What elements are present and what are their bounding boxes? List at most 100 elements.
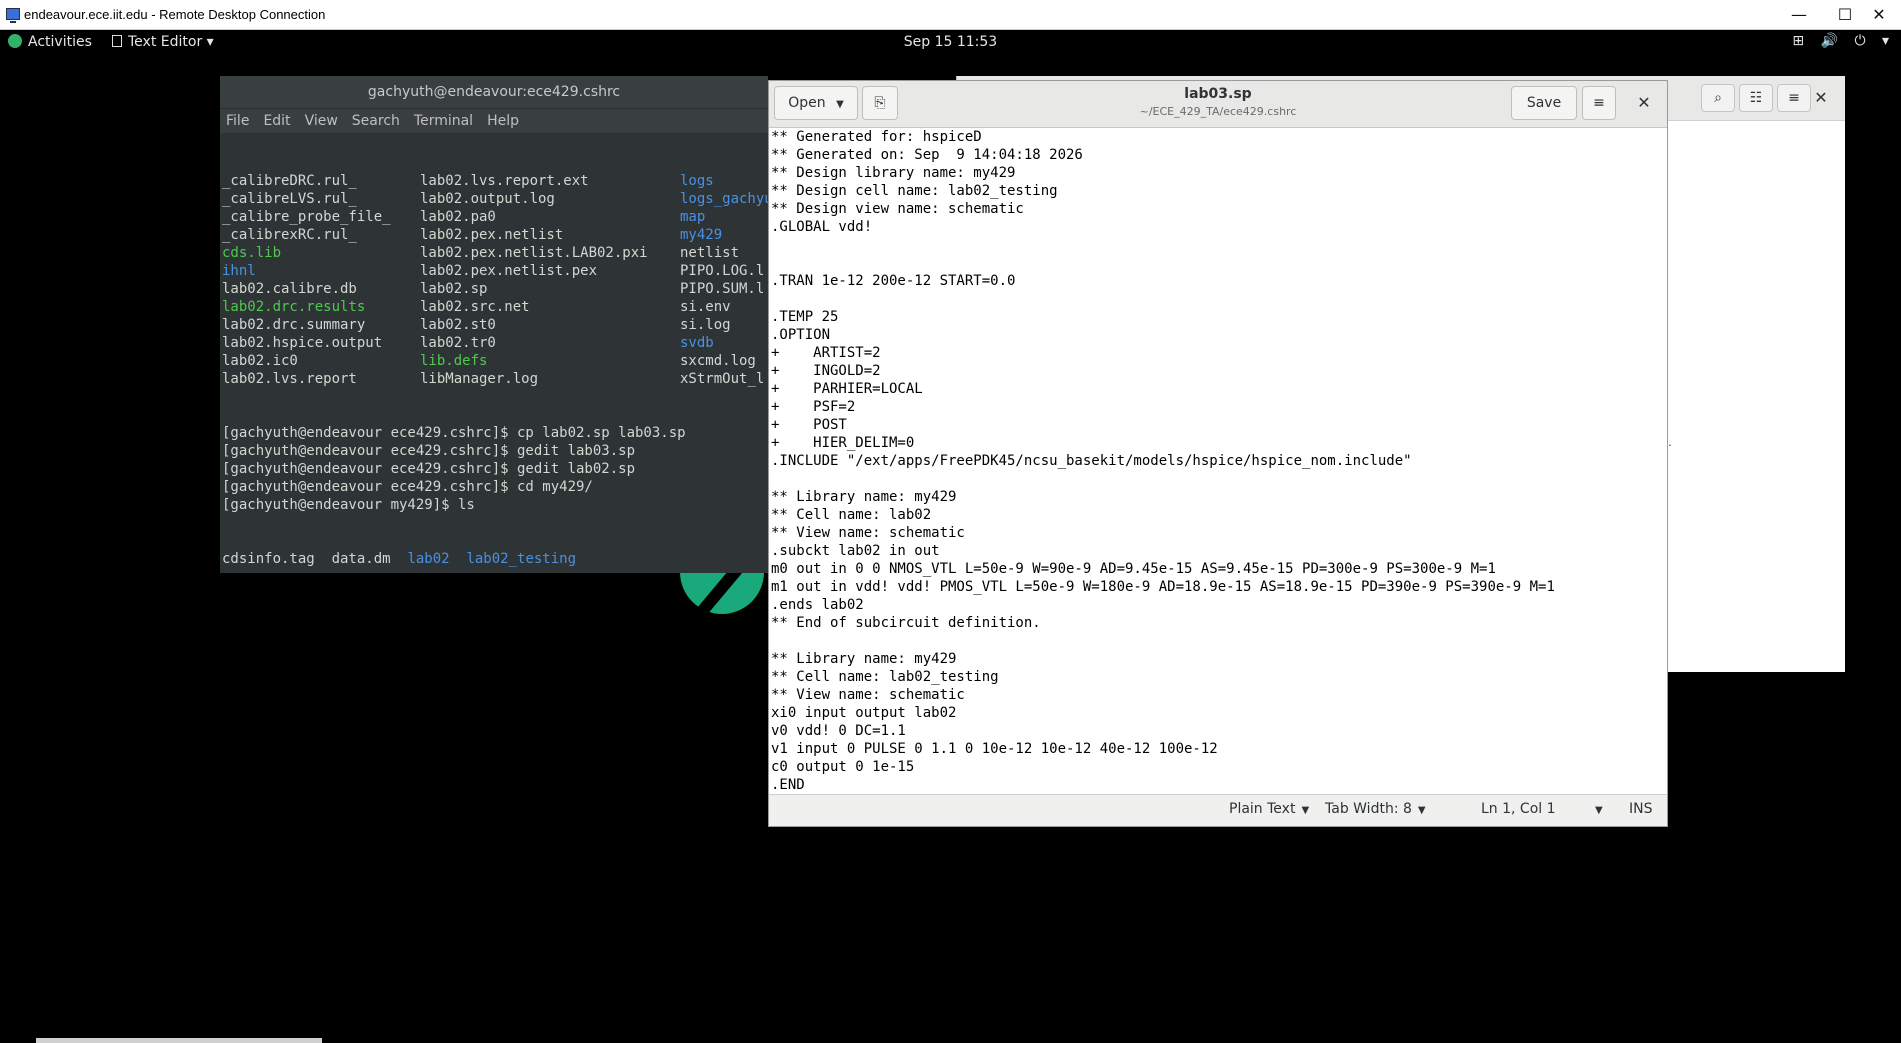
terminal-line: [gachyuth@endeavour ece429.cshrc]$ gedit… <box>222 443 636 459</box>
gedit-headerbar: Open ▼ ⎘ lab03.sp ~/ECE_429_TA/ece429.cs… <box>769 81 1667 128</box>
ls-entry: lab02.lvs.report.ext <box>420 173 589 189</box>
chevron-down-icon: ▾ <box>206 34 214 50</box>
gedit-window[interactable]: Open ▼ ⎘ lab03.sp ~/ECE_429_TA/ece429.cs… <box>768 80 1668 827</box>
code-line: .ends lab02 <box>771 597 864 613</box>
cursor-position[interactable]: Ln 1, Col 1 <box>1481 801 1556 817</box>
code-line: + PARHIER=LOCAL <box>771 381 923 397</box>
ls-entry: my429 <box>680 227 723 243</box>
code-line: ** Library name: my429 <box>771 489 957 505</box>
files-close-button[interactable]: ✕ <box>1807 84 1835 112</box>
code-line: .OPTION <box>771 327 831 343</box>
system-tray[interactable]: ⊞ 🔊 ⏻ ▾ <box>1792 33 1895 49</box>
search-icon[interactable]: ⌕ <box>1701 84 1735 112</box>
ls-entry: PIPO.SUM.l <box>680 281 765 297</box>
clock[interactable]: Sep 15 11:53 <box>0 34 1901 50</box>
language-selector[interactable]: Plain Text ▼ <box>1229 801 1309 817</box>
terminal-line: [gachyuth@endeavour ece429.cshrc]$ cd my… <box>222 479 593 495</box>
ls-entry: sxcmd.log <box>680 353 756 369</box>
code-line: + INGOLD=2 <box>771 363 881 379</box>
code-line: ** Cell name: lab02_testing <box>771 669 999 685</box>
app-menu-button[interactable]: Text Editor ▾ <box>112 34 214 50</box>
text-editor-area[interactable]: ** Generated for: hspiceD ** Generated on… <box>769 127 1667 795</box>
code-line: ** Cell name: lab02 <box>771 507 932 523</box>
new-document-icon: ⎘ <box>874 95 886 111</box>
gnome-top-bar: Activities Text Editor ▾ Sep 15 11:53 ⊞ … <box>0 30 1901 58</box>
code-line: ** View name: schematic <box>771 687 965 703</box>
ls-entry: lab02.drc.summary <box>222 317 366 333</box>
open-button[interactable]: Open ▼ <box>774 86 858 120</box>
ls-entry: xStrmOut_l <box>680 371 765 387</box>
code-line: ** Design view name: schematic <box>771 201 1024 217</box>
ls-entry: logs_gachyuth <box>680 191 768 207</box>
ls-entry: _calibreDRC.rul_ <box>222 173 357 189</box>
terminal-line: [gachyuth@endeavour ece429.cshrc]$ gedit… <box>222 461 636 477</box>
app-menu-label: Text Editor <box>128 34 203 50</box>
code-line: ** Generated on: Sep 9 14:04:18 2026 <box>771 147 1083 163</box>
terminal-title: gachyuth@endeavour:ece429.cshrc <box>220 76 768 108</box>
ls-entry: _calibre_probe_file_ <box>222 209 391 225</box>
ls-entry: si.log <box>680 317 731 333</box>
code-line: ** End of subcircuit definition. <box>771 615 1041 631</box>
terminal-menubar: File Edit View Search Terminal Help <box>220 108 768 133</box>
ls-entry: lab02.sp <box>420 281 488 297</box>
ls-entry: libManager.log <box>420 371 539 387</box>
code-line: ** View name: schematic <box>771 525 965 541</box>
insert-mode[interactable]: INS <box>1629 801 1653 817</box>
activities-icon <box>8 34 22 48</box>
activities-button[interactable]: Activities <box>8 34 92 50</box>
ls-entry: lab02.pex.netlist <box>420 227 564 243</box>
tab-width-selector[interactable]: Tab Width: 8 ▼ <box>1325 801 1426 817</box>
terminal-menu-view[interactable]: View <box>305 113 338 129</box>
code-line: xi0 input output lab02 <box>771 705 957 721</box>
command-history: [gachyuth@endeavour ece429.cshrc]$ cp la… <box>222 424 766 514</box>
activities-label: Activities <box>28 34 92 50</box>
terminal-window[interactable]: gachyuth@endeavour:ece429.cshrc File Edit… <box>220 76 768 573</box>
ls-entry: si.env <box>680 299 731 315</box>
remote-desktop-icon <box>6 8 20 23</box>
taskbar-indicator <box>36 1038 322 1043</box>
gedit-statusbar: Plain Text ▼ Tab Width: 8 ▼ Ln 1, Col 1 ▼ … <box>769 794 1667 826</box>
terminal-menu-edit[interactable]: Edit <box>263 113 290 129</box>
position-dropdown[interactable]: ▼ <box>1589 801 1603 817</box>
ls-entry: lab02.calibre.db <box>222 281 357 297</box>
view-list-icon[interactable]: ☷ <box>1739 84 1773 112</box>
ls-entry: lab02.tr0 <box>420 335 496 351</box>
terminal-menu-terminal[interactable]: Terminal <box>414 113 473 129</box>
ls-entry: lab02.ic0 <box>222 353 298 369</box>
code-line: .TEMP 25 <box>771 309 839 325</box>
code-line: v0 vdd! 0 DC=1.1 <box>771 723 906 739</box>
rdp-minimize-button[interactable]: — <box>1776 2 1822 28</box>
code-line: .GLOBAL vdd! <box>771 219 873 235</box>
menu-icon[interactable]: ≡ <box>1777 84 1811 112</box>
hamburger-menu-button[interactable]: ≡ <box>1582 86 1616 120</box>
terminal-menu-search[interactable]: Search <box>352 113 400 129</box>
code-line: ** Generated for: hspiceD <box>771 129 982 145</box>
save-button[interactable]: Save <box>1511 86 1577 120</box>
terminal-menu-help[interactable]: Help <box>487 113 519 129</box>
ls-entry: map <box>680 209 706 225</box>
code-line: m1 out in vdd! vdd! PMOS_VTL L=50e-9 W=1… <box>771 579 1555 595</box>
ls-entry: lab02.pex.netlist.LAB02.pxi <box>420 245 648 261</box>
terminal-menu-file[interactable]: File <box>226 113 249 129</box>
ls-entry: ihnl <box>222 263 256 279</box>
ls-entry: lab02.drc.results <box>222 299 366 315</box>
ls-entry: PIPO.LOG.l <box>680 263 765 279</box>
code-line: .END <box>771 777 805 793</box>
gedit-close-button[interactable]: ✕ <box>1629 89 1659 117</box>
ls-listing: _calibreDRC.rul_ lab02.lvs.report.ext logs… <box>222 172 768 388</box>
menu-icon: ≡ <box>1593 95 1605 111</box>
code-line: .subckt lab02 in out <box>771 543 940 559</box>
terminal-output[interactable]: _calibreDRC.rul_ lab02.lvs.report.ext logs… <box>220 133 768 573</box>
code-line: m0 out in 0 0 NMOS_VTL L=50e-9 W=90e-9 A… <box>771 561 1496 577</box>
code-line: .TRAN 1e-12 200e-12 START=0.0 <box>771 273 1016 289</box>
new-tab-button[interactable]: ⎘ <box>862 86 898 120</box>
rdp-close-button[interactable]: ✕ <box>1856 2 1901 28</box>
ls-entry: svdb <box>680 335 714 351</box>
ls-entry: lib.defs <box>420 353 488 369</box>
rdp-titlebar: endeavour.ece.iit.edu - Remote Desktop C… <box>0 0 1901 30</box>
code-line: .INCLUDE "/ext/apps/FreePDK45/ncsu_basek… <box>771 453 1412 469</box>
